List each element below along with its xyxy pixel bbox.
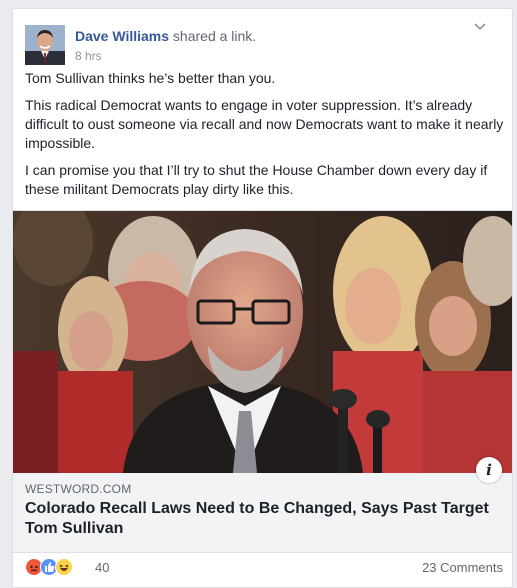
post-card: Dave Williams shared a link. 8 hrs Tom S… [12,8,513,588]
post-paragraph: This radical Democrat wants to engage in… [25,97,504,151]
avatar-image [25,25,65,65]
comments-count-link[interactable]: 23 Comments [422,560,503,575]
haha-icon [55,558,73,576]
avatar[interactable] [25,25,65,65]
post-body: Tom Sullivan thinks he’s better than you… [25,69,505,207]
post-paragraph: I can promise you that I’ll try to shut … [25,162,488,197]
post-footer: 40 23 Comments [25,558,503,578]
link-title[interactable]: Colorado Recall Laws Need to Be Changed,… [25,499,495,539]
author-line: Dave Williams shared a link. [75,28,256,44]
post-paragraph: Tom Sullivan thinks he’s better than you… [25,70,276,86]
author-name[interactable]: Dave Williams [75,28,169,44]
share-action-text: shared a link. [169,28,257,44]
link-image[interactable] [13,211,512,473]
link-preview[interactable]: i WESTWORD.COM Colorado Recall Laws Need… [13,210,512,553]
chevron-down-icon[interactable] [473,19,487,38]
link-domain: WESTWORD.COM [25,482,132,496]
post-header: Dave Williams shared a link. 8 hrs [25,21,495,65]
info-button[interactable]: i [476,457,502,483]
reaction-count: 40 [95,560,110,575]
post-timestamp[interactable]: 8 hrs [75,49,102,63]
